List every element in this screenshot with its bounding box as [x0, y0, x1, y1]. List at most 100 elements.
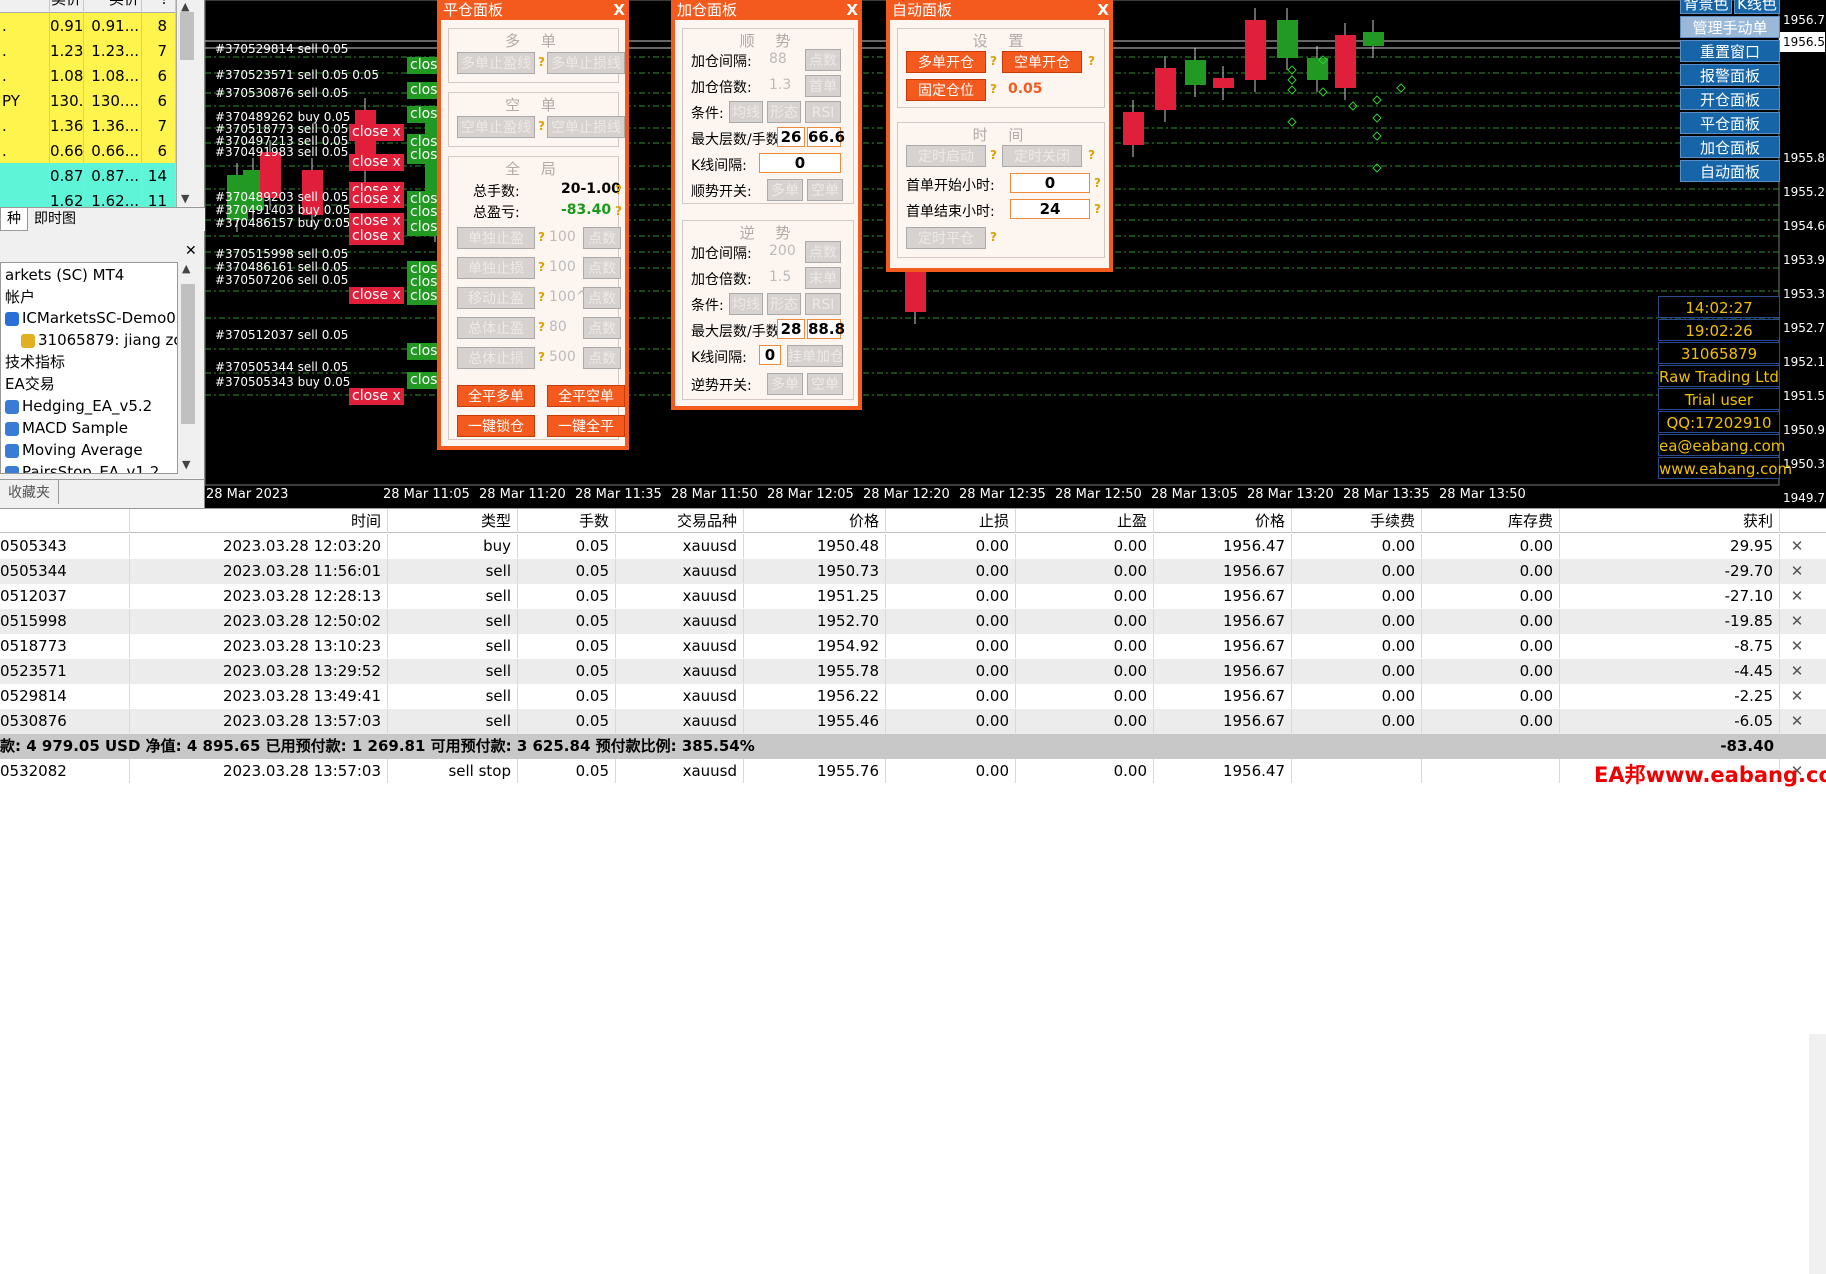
interval-value[interactable]: 88: [769, 51, 787, 67]
c-ma-condition-button[interactable]: 均线: [729, 293, 763, 315]
open-short-button[interactable]: 空单开仓: [1002, 51, 1082, 73]
column-header-6[interactable]: 止损: [886, 509, 1016, 533]
table-row[interactable]: 0529814 2023.03.28 13:49:41 sell 0.05 xauusd…: [0, 684, 1826, 709]
unit-button[interactable]: 点数: [583, 317, 621, 339]
right-panel-button[interactable]: 报警面板: [1680, 64, 1780, 86]
right-panel-button[interactable]: 自动面板: [1680, 160, 1780, 182]
column-header-7[interactable]: 止盈: [1016, 509, 1154, 533]
close-order-icon[interactable]: ✕: [1780, 684, 1820, 708]
right-panel-button[interactable]: 重置窗口: [1680, 40, 1780, 62]
column-header[interactable]: 买价: [84, 0, 142, 13]
trend-short-button[interactable]: 空单: [807, 179, 843, 201]
table-scrollbar[interactable]: [1809, 1034, 1826, 1274]
multiple-unit-button[interactable]: 首单: [805, 75, 841, 97]
tab-favorites[interactable]: 收藏夹: [0, 480, 59, 504]
close-order-icon[interactable]: ✕: [1780, 709, 1820, 733]
c-pattern-condition-button[interactable]: 形态: [767, 293, 801, 315]
close-all-short-button[interactable]: 全平空单: [547, 385, 625, 407]
lock-positions-button[interactable]: 一键锁仓: [457, 415, 535, 437]
c-max-layer-input[interactable]: 28: [777, 319, 805, 339]
pending-row[interactable]: 0532082 2023.03.28 13:57:03 sell stop 0.05 x…: [0, 759, 1826, 784]
close-all-button[interactable]: 一键全平: [547, 415, 625, 437]
table-row[interactable]: 0523571 2023.03.28 13:29:52 sell 0.05 xauusd…: [0, 659, 1826, 684]
column-header[interactable]: 卖价: [50, 0, 84, 13]
navigator-item[interactable]: ICMarketsSC-Demo03: [5, 308, 177, 329]
close-order-icon[interactable]: ✕: [1780, 584, 1820, 608]
close-icon[interactable]: ✕: [185, 243, 197, 259]
column-header-10[interactable]: 库存费: [1422, 509, 1560, 533]
kline-interval-input[interactable]: 0: [759, 153, 841, 173]
stop-button[interactable]: 单独止盈: [457, 227, 535, 249]
navigator-item[interactable]: EA交易: [5, 374, 55, 395]
stop-button[interactable]: 总体止盈: [457, 317, 535, 339]
stop-value[interactable]: 100: [549, 259, 576, 275]
c-max-lot-input[interactable]: 88.8: [807, 319, 845, 339]
close-order-icon[interactable]: ✕: [1780, 609, 1820, 633]
market-watch-row[interactable]: PY130....130....6: [0, 88, 176, 115]
counter-short-button[interactable]: 空单: [807, 373, 843, 395]
short-tp-line-button[interactable]: 空单止盈线: [457, 116, 535, 138]
c-interval-value[interactable]: 200: [769, 243, 796, 259]
right-panel-button[interactable]: K线色: [1734, 0, 1780, 14]
c-multiple-value[interactable]: 1.5: [769, 269, 791, 285]
market-watch-row[interactable]: .0.91...0.91...8: [0, 13, 176, 40]
table-row[interactable]: 0530876 2023.03.28 13:57:03 sell 0.05 xauusd…: [0, 709, 1826, 734]
open-long-button[interactable]: 多单开仓: [906, 51, 986, 73]
close-order-icon[interactable]: ✕: [1780, 534, 1820, 558]
market-watch-row[interactable]: .1.08...1.08...6: [0, 63, 176, 90]
close-all-long-button[interactable]: 全平多单: [457, 385, 535, 407]
right-panel-button[interactable]: 加仓面板: [1680, 136, 1780, 158]
close-icon[interactable]: X: [1097, 0, 1109, 20]
column-header-9[interactable]: 手续费: [1292, 509, 1422, 533]
long-tp-line-button[interactable]: 多单止盈线: [457, 52, 535, 74]
long-sl-line-button[interactable]: 多单止损线: [547, 52, 625, 74]
close-order-button[interactable]: close x: [349, 287, 404, 304]
navigator-scrollbar[interactable]: ▲ ▼: [178, 262, 199, 474]
start-hour-input[interactable]: 0: [1010, 173, 1090, 193]
close-order-button[interactable]: close x: [349, 388, 404, 405]
panel-header[interactable]: 自动面板 X: [886, 0, 1113, 20]
unit-button[interactable]: 点数: [583, 257, 621, 279]
stop-value[interactable]: 500: [549, 349, 576, 365]
close-order-button[interactable]: close x: [349, 124, 404, 141]
scroll-up-icon[interactable]: ▲: [182, 262, 190, 275]
stop-button[interactable]: 移动止盈: [457, 287, 535, 309]
table-row[interactable]: 0505344 2023.03.28 11:56:01 sell 0.05 xauusd…: [0, 559, 1826, 584]
pending-add-button[interactable]: 挂单加仓: [787, 345, 843, 367]
timer-start-button[interactable]: 定时启动: [906, 145, 986, 167]
right-panel-button[interactable]: 平仓面板: [1680, 112, 1780, 134]
column-header[interactable]: [0, 0, 50, 13]
navigator-item[interactable]: arkets (SC) MT4: [5, 265, 124, 286]
market-watch-row[interactable]: 0.87...0.87...14: [0, 163, 176, 190]
navigator-item[interactable]: PairsStop_EA_v1.2: [5, 462, 159, 473]
scroll-down-icon[interactable]: ▼: [182, 458, 190, 471]
price-chart[interactable]: #370529814 sell 0.05 #370523571 sell 0.05…: [205, 0, 1826, 508]
rsi-condition-button[interactable]: RSI: [805, 101, 841, 123]
tab-tick-chart[interactable]: 即时图: [28, 208, 82, 231]
table-row[interactable]: 0515998 2023.03.28 12:50:02 sell 0.05 xauusd…: [0, 609, 1826, 634]
fixed-lot-button[interactable]: 固定仓位: [906, 79, 986, 101]
right-panel-button[interactable]: 开仓面板: [1680, 88, 1780, 110]
ma-condition-button[interactable]: 均线: [729, 101, 763, 123]
column-header-0[interactable]: [0, 509, 130, 533]
stop-button[interactable]: 单独止损: [457, 257, 535, 279]
multiple-value[interactable]: 1.3: [769, 77, 791, 93]
unit-button[interactable]: 点数: [583, 227, 621, 249]
max-lot-input[interactable]: 66.6: [807, 127, 845, 147]
column-header-8[interactable]: 价格: [1154, 509, 1292, 533]
panel-header[interactable]: 加仓面板 X: [671, 0, 862, 20]
market-watch-row[interactable]: .1.23...1.23...7: [0, 38, 176, 65]
short-sl-line-button[interactable]: 空单止损线: [547, 116, 625, 138]
navigator-item[interactable]: Moving Average: [5, 440, 143, 461]
close-icon[interactable]: X: [613, 0, 625, 20]
close-order-icon[interactable]: ✕: [1780, 659, 1820, 683]
c-multiple-unit-button[interactable]: 末单: [805, 267, 841, 289]
market-watch-row[interactable]: .0.66...0.66...6: [0, 138, 176, 165]
timer-close-button[interactable]: 定时平仓: [906, 227, 986, 249]
market-watch-scrollbar[interactable]: ▲ ▼: [176, 0, 196, 208]
interval-unit-button[interactable]: 点数: [805, 49, 841, 71]
right-panel-button[interactable]: 背景色: [1680, 0, 1732, 14]
column-header[interactable]: !: [142, 0, 176, 13]
close-order-button[interactable]: close x: [349, 154, 404, 171]
close-order-button[interactable]: close x: [349, 228, 404, 245]
